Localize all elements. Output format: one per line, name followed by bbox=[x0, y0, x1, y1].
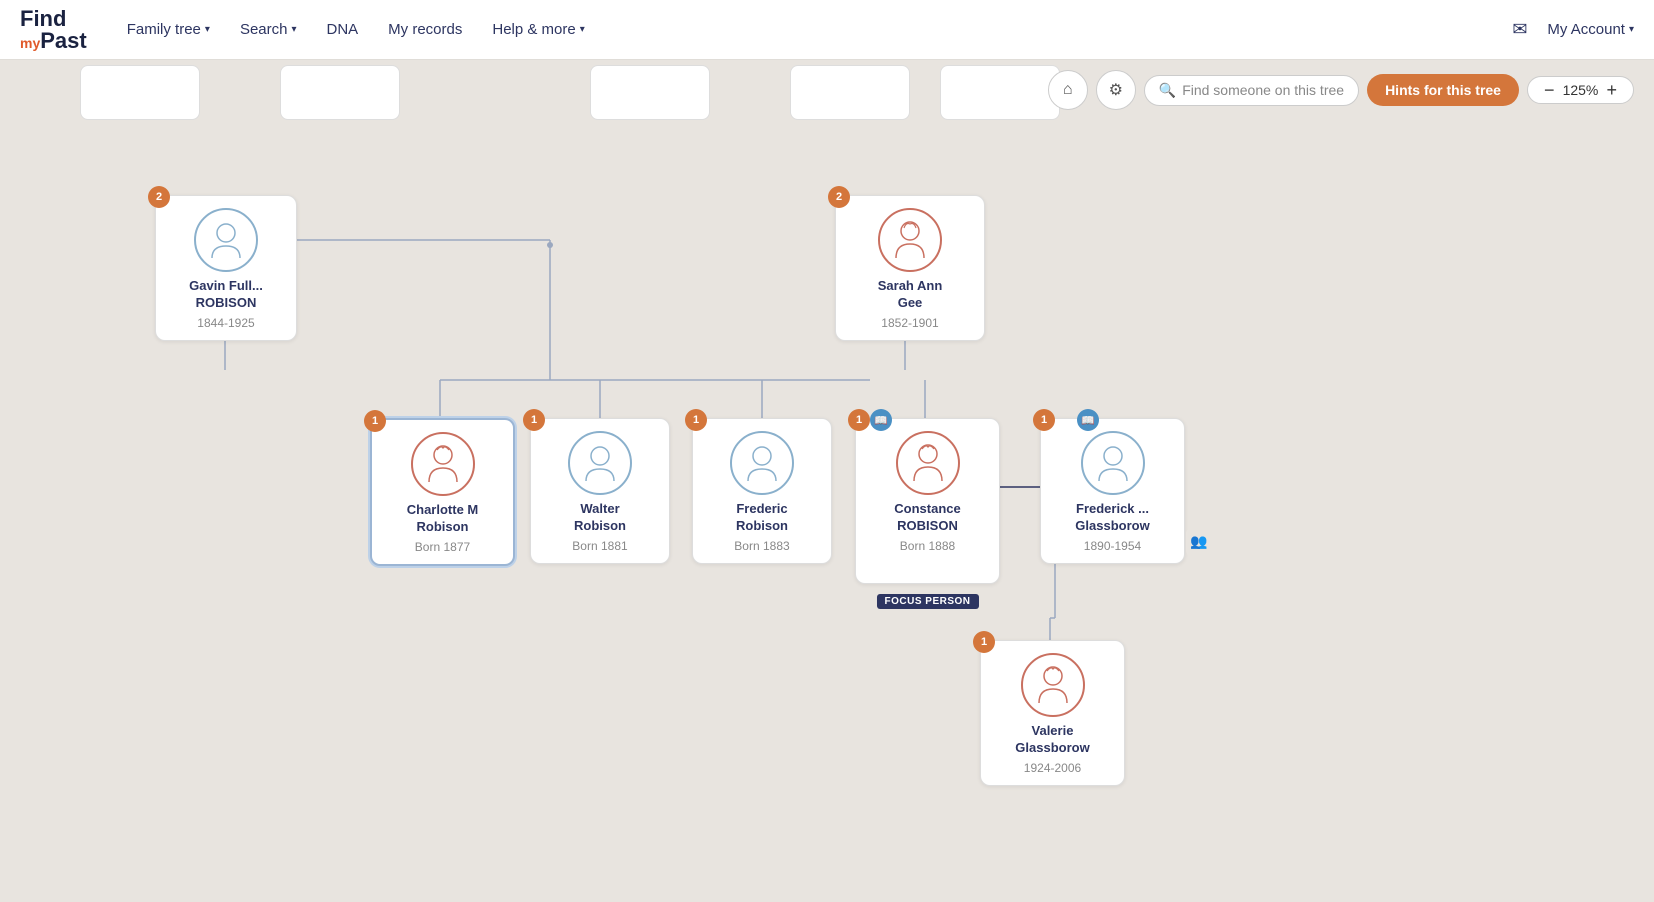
avatar-walter bbox=[568, 431, 632, 495]
badge-charlotte: 1 bbox=[364, 410, 386, 432]
home-button[interactable]: ⌂ bbox=[1048, 70, 1088, 110]
family-tree-arrow-icon: ▾ bbox=[205, 24, 210, 35]
avatar-gavin bbox=[194, 208, 258, 272]
person-name-charlotte: Charlotte MRobison bbox=[407, 502, 479, 536]
account-arrow-icon: ▾ bbox=[1629, 24, 1634, 35]
person-card-sarah[interactable]: 2 Sarah AnnGee 1852-1901 bbox=[835, 195, 985, 341]
nav-dna[interactable]: DNA bbox=[327, 21, 359, 38]
settings-button[interactable]: ⚙ bbox=[1096, 70, 1136, 110]
person-card-charlotte[interactable]: 1 Charlotte MRobison Born 1877 bbox=[370, 418, 515, 566]
logo[interactable]: Find my Past bbox=[20, 8, 87, 52]
person-dates-walter: Born 1881 bbox=[572, 539, 627, 553]
zoom-controls: − 125% + bbox=[1527, 76, 1634, 104]
person-dates-gavin: 1844-1925 bbox=[197, 316, 254, 330]
nav-right: ✉ My Account ▾ bbox=[1512, 19, 1634, 40]
person-card-frederic[interactable]: 1 FredericRobison Born 1883 bbox=[692, 418, 832, 564]
badge-walter: 1 bbox=[523, 409, 545, 431]
nav-items: Family tree ▾ Search ▾ DNA My records He… bbox=[127, 21, 1513, 38]
partial-card-5 bbox=[940, 65, 1060, 120]
nav-search[interactable]: Search ▾ bbox=[240, 21, 297, 38]
person-dates-frederick: 1890-1954 bbox=[1084, 539, 1141, 553]
avatar-valerie bbox=[1021, 653, 1085, 717]
avatar-constance bbox=[896, 431, 960, 495]
logo-past: Past bbox=[40, 30, 86, 52]
search-placeholder: Find someone on this tree bbox=[1182, 82, 1344, 98]
navbar: Find my Past Family tree ▾ Search ▾ DNA … bbox=[0, 0, 1654, 60]
person-name-frederic: FredericRobison bbox=[736, 501, 788, 535]
person-card-constance[interactable]: 1 📖 ConstanceROBISON Born 1888 FOCUS PER… bbox=[855, 418, 1000, 584]
badge-sarah: 2 bbox=[828, 186, 850, 208]
family-tree-action-icon[interactable]: 👥 bbox=[1186, 529, 1212, 555]
search-icon: 🔍 bbox=[1159, 82, 1176, 99]
nav-my-account[interactable]: My Account ▾ bbox=[1547, 21, 1634, 38]
badge-constance: 1 bbox=[848, 409, 870, 431]
person-dates-charlotte: Born 1877 bbox=[415, 540, 470, 554]
nav-family-tree[interactable]: Family tree ▾ bbox=[127, 21, 210, 38]
person-card-walter[interactable]: 1 WalterRobison Born 1881 bbox=[530, 418, 670, 564]
person-card-frederick[interactable]: 1 📖 Frederick ...Glassborow 1890-1954 👥 bbox=[1040, 418, 1185, 564]
badge-valerie: 1 bbox=[973, 631, 995, 653]
partial-card-4 bbox=[790, 65, 910, 120]
badge-book-frederick: 📖 bbox=[1077, 409, 1099, 431]
avatar-frederic bbox=[730, 431, 794, 495]
badge-book-constance: 📖 bbox=[870, 409, 892, 431]
person-name-constance: ConstanceROBISON bbox=[894, 501, 960, 535]
focus-label: FOCUS PERSON bbox=[876, 594, 978, 609]
person-name-frederick: Frederick ...Glassborow bbox=[1075, 501, 1149, 535]
badge-frederic: 1 bbox=[685, 409, 707, 431]
person-dates-frederic: Born 1883 bbox=[734, 539, 789, 553]
avatar-frederick bbox=[1081, 431, 1145, 495]
logo-find: Find bbox=[20, 8, 66, 30]
partial-card-3 bbox=[590, 65, 710, 120]
badge-gavin: 2 bbox=[148, 186, 170, 208]
avatar-sarah bbox=[878, 208, 942, 272]
partial-card-2 bbox=[280, 65, 400, 120]
person-name-walter: WalterRobison bbox=[574, 501, 626, 535]
nav-my-records[interactable]: My records bbox=[388, 21, 462, 38]
badge-frederick: 1 bbox=[1033, 409, 1055, 431]
person-card-gavin[interactable]: 2 Gavin Full...ROBISON 1844-1925 bbox=[155, 195, 297, 341]
avatar-charlotte bbox=[411, 432, 475, 496]
person-card-valerie[interactable]: 1 ValerieGlassborow 1924-2006 bbox=[980, 640, 1125, 786]
help-arrow-icon: ▾ bbox=[580, 24, 585, 35]
person-dates-sarah: 1852-1901 bbox=[881, 316, 938, 330]
logo-my: my bbox=[20, 36, 40, 50]
person-name-valerie: ValerieGlassborow bbox=[1015, 723, 1089, 757]
nav-help[interactable]: Help & more ▾ bbox=[492, 21, 584, 38]
search-arrow-icon: ▾ bbox=[291, 24, 296, 35]
person-name-sarah: Sarah AnnGee bbox=[878, 278, 943, 312]
hints-button[interactable]: Hints for this tree bbox=[1367, 74, 1519, 106]
person-dates-valerie: 1924-2006 bbox=[1024, 761, 1081, 775]
find-person-search[interactable]: 🔍 Find someone on this tree bbox=[1144, 75, 1359, 106]
mail-icon[interactable]: ✉ bbox=[1512, 19, 1527, 40]
zoom-minus-button[interactable]: − bbox=[1540, 81, 1559, 99]
person-name-gavin: Gavin Full...ROBISON bbox=[189, 278, 263, 312]
person-dates-constance: Born 1888 bbox=[900, 539, 955, 553]
partial-card-1 bbox=[80, 65, 200, 120]
zoom-plus-button[interactable]: + bbox=[1602, 81, 1621, 99]
zoom-level: 125% bbox=[1562, 82, 1598, 98]
toolbar: ⌂ ⚙ 🔍 Find someone on this tree Hints fo… bbox=[1048, 70, 1634, 110]
tree-canvas: 2 Gavin Full...ROBISON 1844-1925 2 Sarah… bbox=[0, 60, 1654, 902]
